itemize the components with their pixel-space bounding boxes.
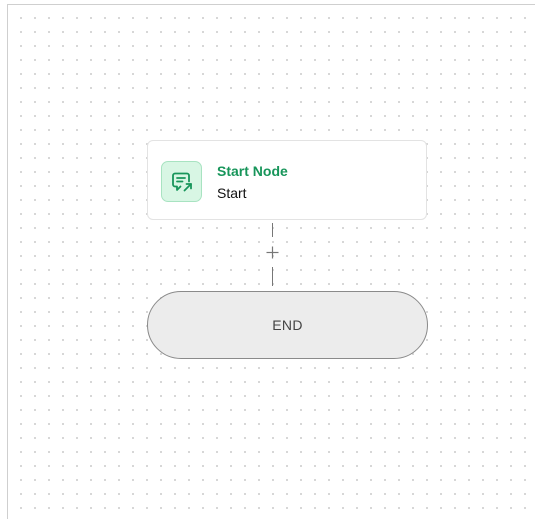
connector-line-top (272, 223, 273, 237)
start-node-title: Start Node (217, 163, 288, 179)
chat-share-icon (161, 161, 202, 202)
connector-line-bottom (272, 267, 273, 286)
add-step-button[interactable] (262, 242, 282, 262)
end-node[interactable]: END (147, 291, 428, 359)
start-node-card[interactable]: Start Node Start (147, 140, 427, 220)
workflow-canvas[interactable]: Start Node Start END (7, 4, 535, 519)
end-node-label: END (272, 317, 303, 333)
plus-icon (266, 246, 278, 258)
start-node-subtitle: Start (217, 185, 247, 201)
